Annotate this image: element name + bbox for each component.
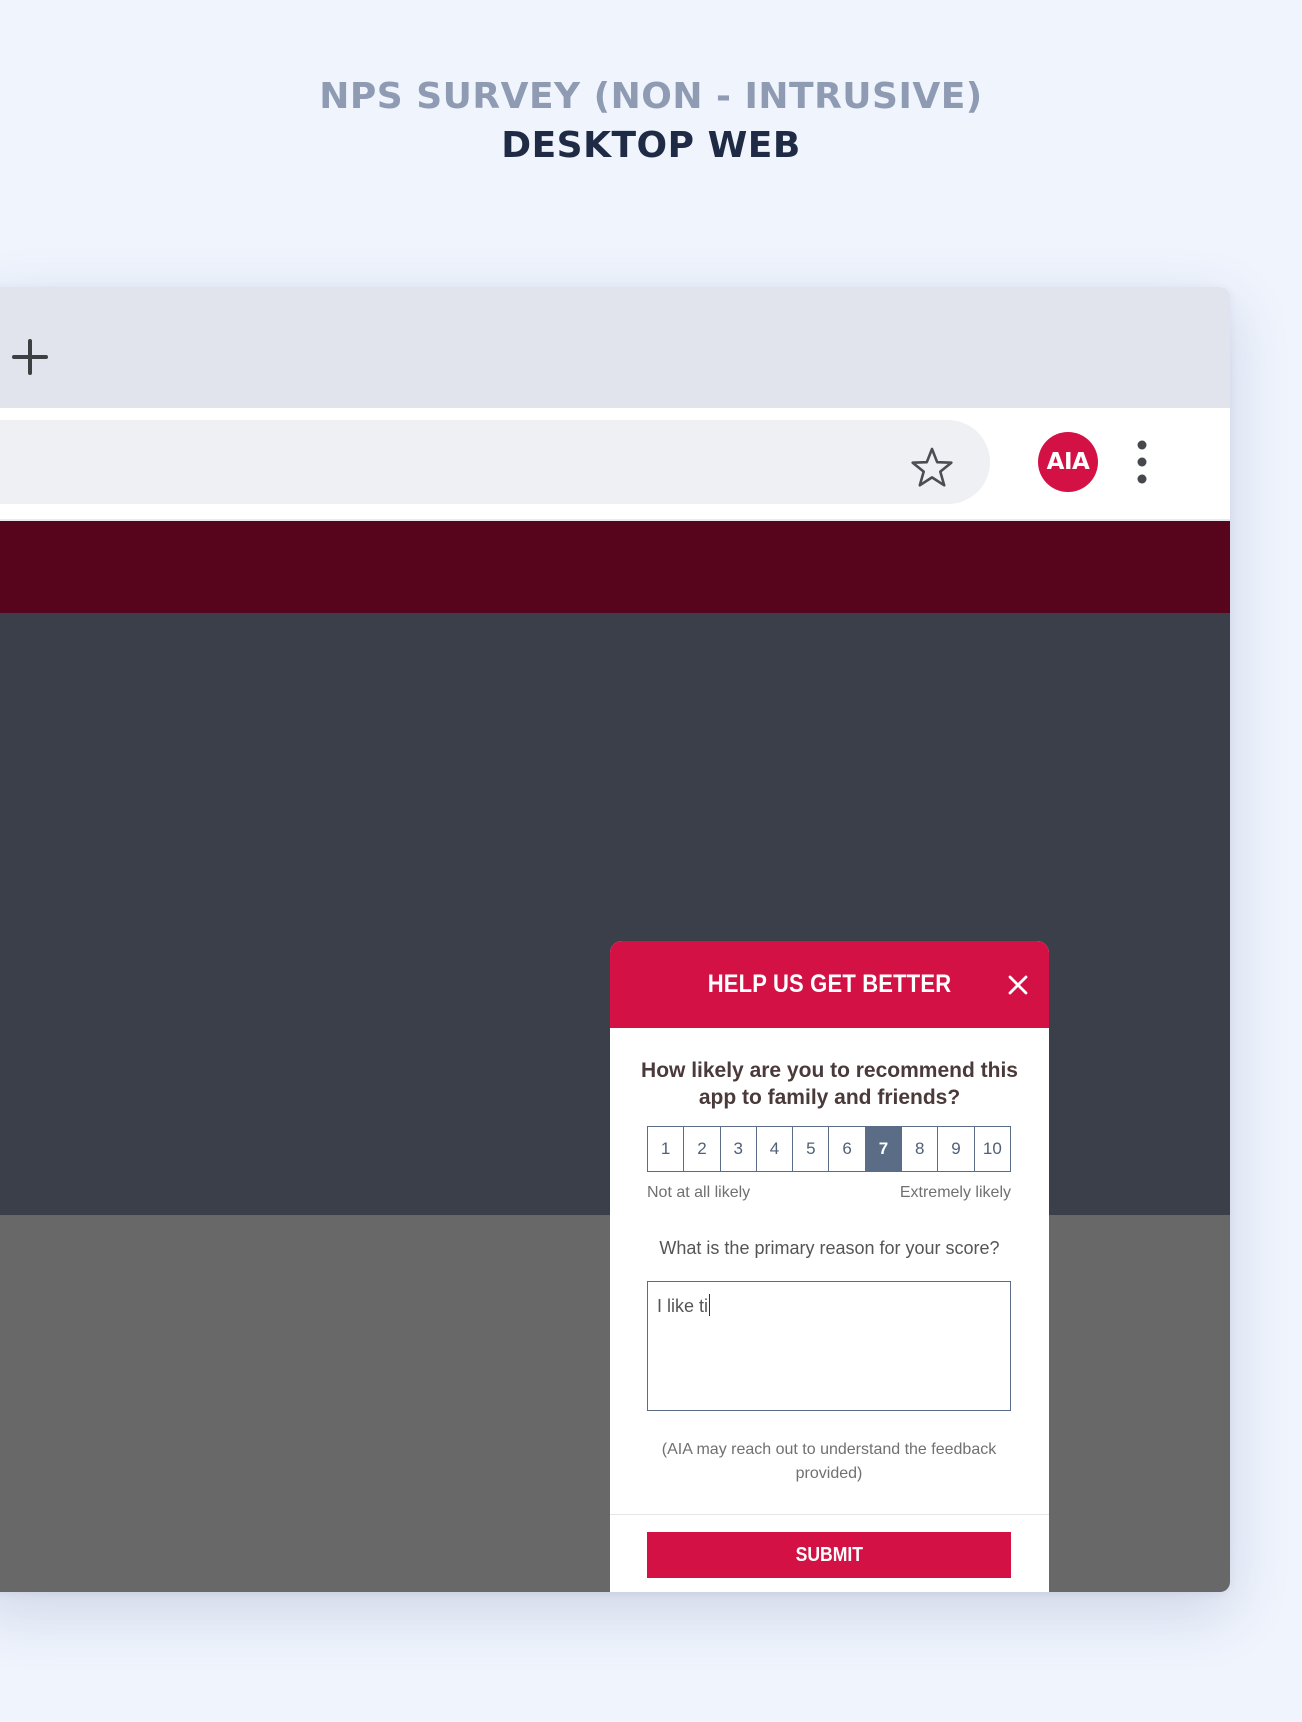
score-option-7[interactable]: 7 bbox=[865, 1127, 903, 1171]
browser-window: AIA HELP US GET BETTER How likely are yo… bbox=[0, 287, 1230, 1592]
score-option-9[interactable]: 9 bbox=[938, 1127, 975, 1171]
browser-toolbar: AIA bbox=[0, 408, 1230, 521]
score-option-8[interactable]: 8 bbox=[902, 1127, 939, 1171]
score-option-1[interactable]: 1 bbox=[648, 1127, 685, 1171]
tab-strip bbox=[0, 287, 1230, 408]
star-outline-icon[interactable] bbox=[910, 446, 954, 490]
score-option-2[interactable]: 2 bbox=[684, 1127, 721, 1171]
nps-survey-widget: HELP US GET BETTER How likely are you to… bbox=[610, 941, 1049, 1592]
score-option-3[interactable]: 3 bbox=[720, 1127, 757, 1171]
score-option-6[interactable]: 6 bbox=[829, 1127, 866, 1171]
site-header bbox=[0, 521, 1230, 613]
score-option-5[interactable]: 5 bbox=[793, 1127, 830, 1171]
reason-question: What is the primary reason for your scor… bbox=[659, 1238, 1000, 1258]
reason-text: I like ti bbox=[657, 1296, 709, 1316]
reason-textarea[interactable]: I like ti bbox=[647, 1281, 1011, 1411]
submit-button[interactable]: SUBMIT bbox=[647, 1532, 1011, 1578]
score-option-10[interactable]: 10 bbox=[974, 1127, 1010, 1171]
scale-low-label: Not at all likely bbox=[647, 1184, 751, 1201]
plus-icon[interactable] bbox=[10, 337, 50, 377]
vertical-dots-icon[interactable] bbox=[1130, 438, 1154, 486]
address-bar[interactable] bbox=[0, 420, 990, 504]
close-icon[interactable] bbox=[1006, 973, 1030, 997]
survey-title: HELP US GET BETTER bbox=[707, 970, 952, 998]
score-scale: 1 2 3 4 5 6 7 8 9 10 bbox=[647, 1126, 1011, 1172]
submit-label: SUBMIT bbox=[795, 1544, 863, 1566]
score-option-4[interactable]: 4 bbox=[756, 1127, 794, 1171]
scale-high-label: Extremely likely bbox=[899, 1184, 1011, 1201]
page-heading-subtitle: NPS SURVEY (NON - INTRUSIVE) bbox=[319, 76, 983, 117]
survey-question: How likely are you to recommend this app… bbox=[641, 1059, 1018, 1109]
survey-header: HELP US GET BETTER bbox=[610, 941, 1049, 1028]
page-heading-title: DESKTOP WEB bbox=[501, 125, 801, 166]
profile-avatar[interactable]: AIA bbox=[1038, 432, 1098, 492]
text-caret bbox=[709, 1294, 711, 1316]
footer-divider bbox=[610, 1514, 1049, 1515]
feedback-disclaimer: (AIA may reach out to understand the fee… bbox=[661, 1441, 997, 1482]
